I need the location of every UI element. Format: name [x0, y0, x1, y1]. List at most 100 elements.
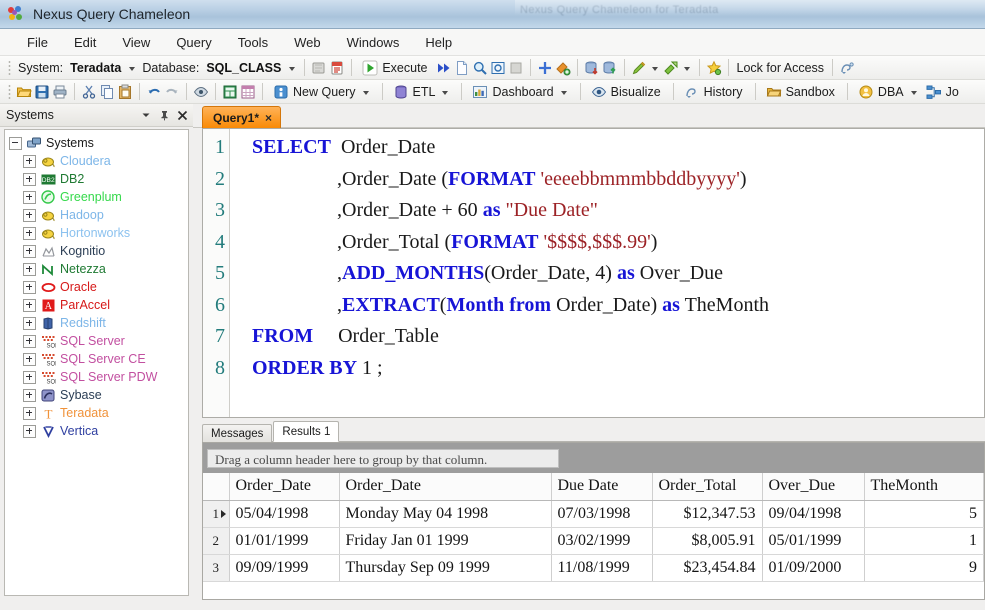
tree-item-sql-server-pdw[interactable]: SQL SQL Server PDW	[23, 368, 188, 386]
results-tab-results-1[interactable]: Results 1	[273, 421, 340, 442]
expand-toggle-icon[interactable]	[23, 208, 36, 222]
blank-page-icon[interactable]	[508, 60, 524, 76]
stop-icon[interactable]	[311, 60, 327, 76]
lock-for-access-label[interactable]: Lock for Access	[734, 61, 828, 75]
expand-toggle-icon[interactable]	[23, 406, 36, 420]
column-header[interactable]: TheMonth	[864, 473, 984, 501]
column-header[interactable]: Order_Total	[652, 473, 763, 501]
menu-item-web[interactable]: Web	[281, 32, 334, 53]
database-value[interactable]: SQL_CLASS	[202, 61, 285, 75]
export-icon[interactable]	[663, 60, 679, 76]
dashboard-button[interactable]: Dashboard	[467, 82, 574, 102]
open-folder-icon[interactable]	[16, 84, 32, 100]
system-dropdown-icon[interactable]	[129, 66, 136, 71]
column-header[interactable]: Order_Date	[229, 473, 340, 501]
toolbar-grip[interactable]	[8, 84, 11, 99]
undo-icon[interactable]	[146, 84, 162, 100]
preview-eye-icon[interactable]	[193, 84, 209, 100]
table-cell[interactable]: Monday May 04 1998	[339, 500, 552, 528]
new-query-button[interactable]: New Query	[268, 82, 377, 102]
history-icon[interactable]	[839, 60, 855, 76]
tree-item-greenplum[interactable]: Greenplum	[23, 188, 188, 206]
menu-item-view[interactable]: View	[109, 32, 163, 53]
tree-item-sql-server-ce[interactable]: SQL SQL Server CE	[23, 350, 188, 368]
pencil-icon[interactable]	[631, 60, 647, 76]
dba-dropdown-icon[interactable]	[910, 90, 917, 95]
tree-item-sybase[interactable]: Sybase	[23, 386, 188, 404]
explain-icon[interactable]	[329, 60, 345, 76]
table-cell[interactable]: 01/01/1999	[229, 527, 340, 555]
table-cell[interactable]: $23,454.84	[652, 554, 763, 582]
etl-button[interactable]: ETL	[388, 82, 457, 102]
table-row[interactable]: 2 01/01/1999 Friday Jan 01 1999 03/02/1999 $…	[203, 527, 984, 555]
paste-icon[interactable]	[117, 84, 133, 100]
tree-item-hadoop[interactable]: Hadoop	[23, 206, 188, 224]
expand-toggle-icon[interactable]	[23, 244, 36, 258]
tab-close-icon[interactable]: ×	[265, 112, 272, 124]
expand-toggle-icon[interactable]	[23, 316, 36, 330]
table-cell[interactable]: $8,005.91	[652, 527, 763, 555]
tree-item-oracle[interactable]: Oracle	[23, 278, 188, 296]
expand-toggle-icon[interactable]	[23, 226, 36, 240]
results-grid-container[interactable]: Drag a column header here to group by th…	[202, 442, 985, 600]
menu-item-help[interactable]: Help	[412, 32, 465, 53]
redo-icon[interactable]	[164, 84, 180, 100]
system-value[interactable]: Teradata	[66, 61, 125, 75]
tree-item-netezza[interactable]: Netezza	[23, 260, 188, 278]
table-grid-icon[interactable]	[240, 84, 256, 100]
expand-toggle-icon[interactable]	[23, 190, 36, 204]
menu-item-tools[interactable]: Tools	[225, 32, 281, 53]
tree-item-sql-server[interactable]: SQL SQL Server	[23, 332, 188, 350]
column-header[interactable]: Due Date	[551, 473, 653, 501]
expand-toggle-icon[interactable]	[23, 352, 36, 366]
new-query-dropdown-icon[interactable]	[362, 90, 369, 95]
print-icon[interactable]	[52, 84, 68, 100]
database-dropdown-icon[interactable]	[289, 66, 296, 71]
table-cell[interactable]: 07/03/1998	[551, 500, 653, 528]
tree-item-cloudera[interactable]: Cloudera	[23, 152, 188, 170]
fast-forward-icon[interactable]	[436, 60, 452, 76]
column-header[interactable]: Order_Date	[339, 473, 552, 501]
table-cell[interactable]: 1	[864, 527, 984, 555]
sandbox-button[interactable]: Sandbox	[761, 82, 842, 102]
add-object-icon[interactable]	[555, 60, 571, 76]
window-zoom-icon[interactable]	[490, 60, 506, 76]
table-cell[interactable]: 09/04/1998	[762, 500, 865, 528]
bisualize-button[interactable]: Bisualize	[586, 82, 668, 102]
table-cell[interactable]: Friday Jan 01 1999	[339, 527, 552, 555]
history-button[interactable]: History	[679, 82, 750, 102]
save-icon[interactable]	[34, 84, 50, 100]
row-number[interactable]: 3	[203, 554, 230, 582]
row-number[interactable]: 2	[203, 527, 230, 555]
column-header[interactable]: Over_Due	[762, 473, 865, 501]
table-row[interactable]: 3 09/09/1999 Thursday Sep 09 1999 11/08/199…	[203, 554, 984, 582]
jobs-label[interactable]: Jo	[943, 85, 962, 99]
tree-root-systems[interactable]: Systems	[9, 134, 188, 152]
collapse-toggle-icon[interactable]	[9, 136, 22, 150]
etl-dropdown-icon[interactable]	[442, 90, 449, 95]
sql-editor[interactable]: 12345678 SELECT Order_Date ,Order_Date (…	[202, 128, 985, 418]
zoom-icon[interactable]	[472, 60, 488, 76]
editor-code[interactable]: SELECT Order_Date ,Order_Date (FORMAT 'e…	[230, 129, 984, 417]
plus-icon[interactable]	[537, 60, 553, 76]
pencil-dropdown-icon[interactable]	[651, 66, 658, 71]
tree-item-paraccel[interactable]: A ParAccel	[23, 296, 188, 314]
copy-icon[interactable]	[99, 84, 115, 100]
group-by-bar[interactable]: Drag a column header here to group by th…	[203, 443, 984, 473]
expand-toggle-icon[interactable]	[23, 172, 36, 186]
menu-item-query[interactable]: Query	[163, 32, 224, 53]
execute-button[interactable]: Execute	[357, 58, 434, 78]
expand-toggle-icon[interactable]	[23, 154, 36, 168]
menu-item-edit[interactable]: Edit	[61, 32, 109, 53]
dashboard-dropdown-icon[interactable]	[560, 90, 567, 95]
toolbar-grip[interactable]	[8, 60, 11, 75]
tree-item-vertica[interactable]: Vertica	[23, 422, 188, 440]
table-cell[interactable]: 5	[864, 500, 984, 528]
table-cell[interactable]: 01/09/2000	[762, 554, 865, 582]
chevron-down-icon[interactable]	[137, 106, 155, 124]
expand-toggle-icon[interactable]	[23, 334, 36, 348]
table-cell[interactable]: 03/02/1999	[551, 527, 653, 555]
tree-item-db2[interactable]: DB2 DB2	[23, 170, 188, 188]
db-down-icon[interactable]	[584, 60, 600, 76]
expand-toggle-icon[interactable]	[23, 262, 36, 276]
